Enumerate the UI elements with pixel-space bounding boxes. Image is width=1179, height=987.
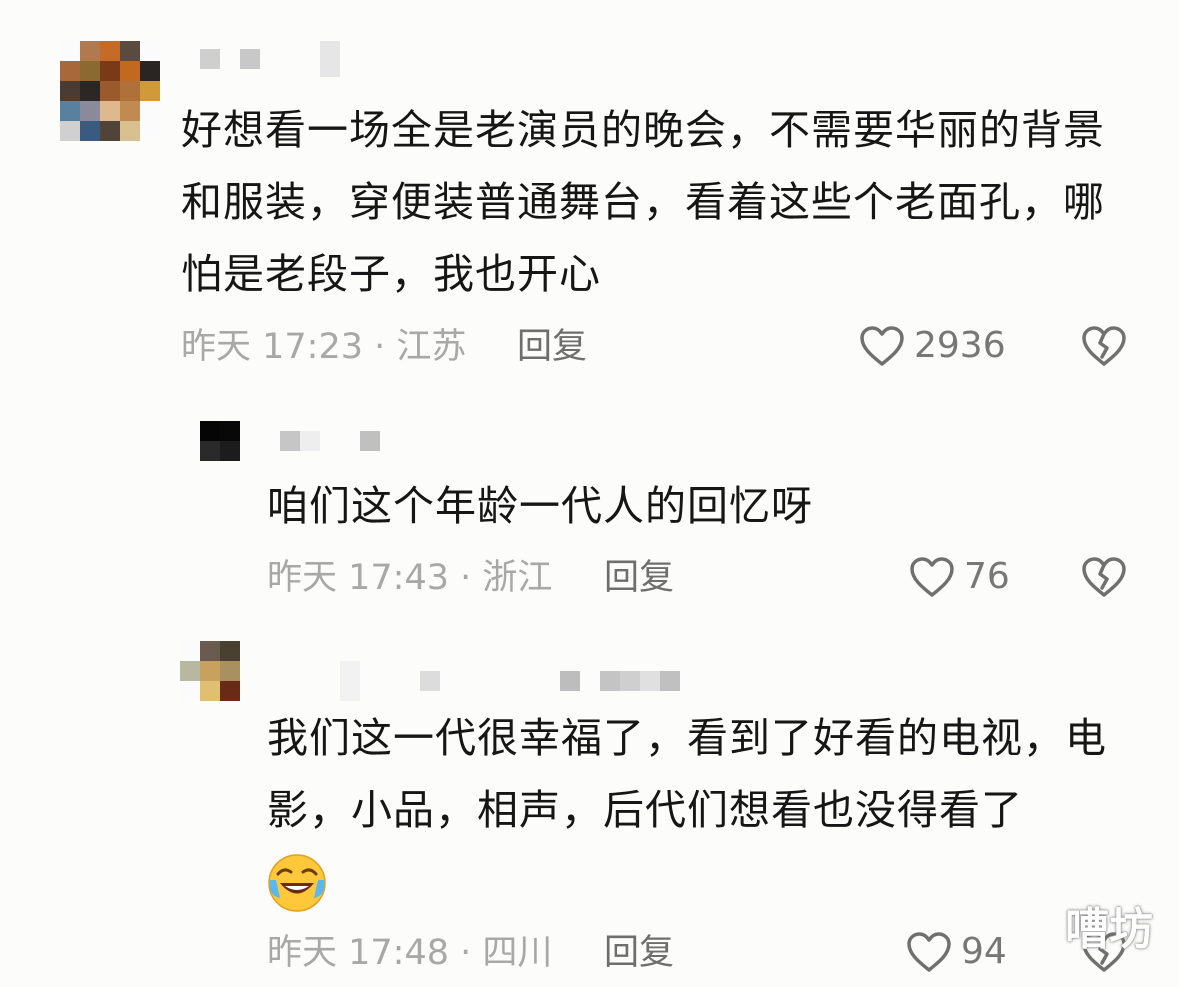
like-count: 76 (964, 556, 1010, 597)
reply-button[interactable]: 回复 (604, 558, 674, 598)
comment-text: 好想看一场全是老演员的晚会，不需要华丽的背景和服装，穿便装普通舞台，看着这些个老… (181, 106, 1105, 298)
reply-button[interactable]: 回复 (517, 327, 587, 367)
username-blurred[interactable] (200, 41, 340, 77)
dislike-button[interactable] (1080, 324, 1128, 372)
laughing-crying-emoji (268, 854, 326, 912)
comment-text: 咱们这个年龄一代人的回忆呀 (267, 482, 813, 530)
comment-text: 我们这一代很幸福了，看到了好看的电视，电影，小品，相声，后代们想看也没得看了 (267, 714, 1107, 834)
comment-meta: 昨天 17:43 · 浙江 (267, 558, 553, 598)
heart-outline-icon (907, 932, 951, 972)
heart-outline-icon (860, 326, 904, 366)
avatar[interactable] (60, 41, 160, 141)
like-count: 2936 (914, 325, 1006, 366)
username-blurred[interactable] (280, 421, 380, 461)
reply-button[interactable]: 回复 (604, 933, 674, 973)
like-button[interactable]: 94 (905, 930, 1007, 974)
avatar[interactable] (180, 641, 240, 701)
broken-heart-icon (1082, 326, 1126, 366)
username-blurred[interactable] (340, 661, 680, 701)
like-button[interactable]: 76 (908, 555, 1010, 599)
dislike-button[interactable] (1080, 555, 1128, 603)
heart-outline-icon (910, 557, 954, 597)
avatar[interactable] (200, 421, 240, 461)
comment-meta: 昨天 17:48 · 四川 (267, 933, 553, 973)
like-button[interactable]: 2936 (858, 324, 1006, 368)
broken-heart-icon (1082, 557, 1126, 597)
like-count: 94 (961, 931, 1007, 972)
watermark: 嘈坊 (1065, 904, 1153, 955)
comment-meta: 昨天 17:23 · 江苏 (181, 327, 467, 367)
